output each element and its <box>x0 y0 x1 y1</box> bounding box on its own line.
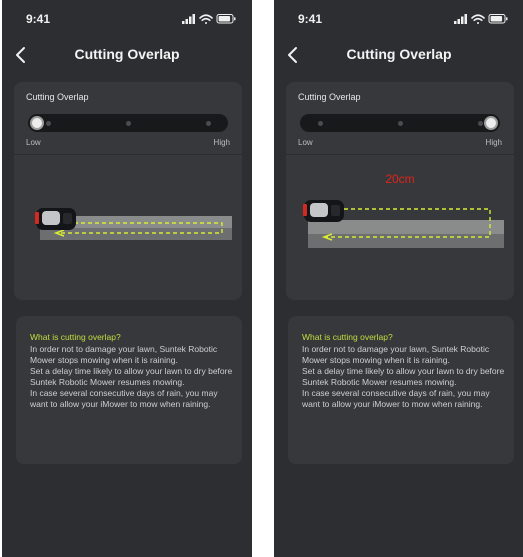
info-card: What is cutting overlap? In order not to… <box>16 316 242 464</box>
status-time: 9:41 <box>298 12 323 26</box>
slider-step-low <box>318 121 323 126</box>
phone-screen-high: 9:41 Cutting Overlap Cutting Overlap Low… <box>274 0 523 557</box>
battery-icon <box>488 14 508 24</box>
slider-step-high <box>478 121 483 126</box>
info-paragraph-delay: Set a delay time likely to allow your la… <box>302 365 505 387</box>
card-divider <box>286 154 514 155</box>
robot-mower-icon <box>303 200 344 222</box>
info-body: In order not to damage your lawn, Suntek… <box>302 344 508 409</box>
status-icons <box>182 14 236 24</box>
cutting-overlap-card: Cutting Overlap Low High <box>14 82 242 300</box>
cellular-signal-icon <box>454 14 467 24</box>
page-title: Cutting Overlap <box>74 46 180 62</box>
slider-thumb[interactable] <box>484 116 498 130</box>
overlap-distance-value: 20cm <box>385 172 415 186</box>
slider-high-label: High <box>485 138 502 147</box>
lawn-overlap-illustration <box>35 208 232 240</box>
slider-high-label: High <box>213 138 230 147</box>
slider-thumb[interactable] <box>30 116 44 130</box>
info-title: What is cutting overlap? <box>302 332 393 342</box>
slider-step-high <box>206 121 211 126</box>
status-icons <box>454 14 508 24</box>
nav-bar: Cutting Overlap <box>2 40 252 70</box>
nav-bar: Cutting Overlap <box>274 40 523 70</box>
cutting-overlap-label: Cutting Overlap <box>26 92 89 102</box>
info-paragraph-rain: In order not to damage your lawn, Suntek… <box>302 344 490 365</box>
slider-step-low <box>46 121 51 126</box>
slider-step-mid <box>126 121 131 126</box>
wifi-icon <box>199 14 213 24</box>
slider-low-label: Low <box>298 138 313 147</box>
slider-step-mid <box>398 121 403 126</box>
info-paragraph-delay: Set a delay time likely to allow your la… <box>30 365 233 387</box>
info-paragraph-rain: In order not to damage your lawn, Suntek… <box>30 344 218 365</box>
info-body: In order not to damage your lawn, Suntek… <box>30 344 236 409</box>
battery-icon <box>216 14 236 24</box>
info-title: What is cutting overlap? <box>30 332 121 342</box>
status-bar: 9:41 <box>2 0 252 40</box>
cutting-overlap-slider[interactable] <box>300 114 500 132</box>
status-time: 9:41 <box>26 12 51 26</box>
card-divider <box>14 154 242 155</box>
info-paragraph-consecutive-rain: In case several consecutive days of rain… <box>30 387 218 409</box>
cutting-overlap-slider[interactable] <box>28 114 228 132</box>
status-bar: 9:41 <box>274 0 523 40</box>
slider-low-label: Low <box>26 138 41 147</box>
cellular-signal-icon <box>182 14 195 24</box>
cutting-overlap-card: Cutting Overlap Low High 20cm <box>286 82 514 300</box>
phone-screen-low: 9:41 Cutting Overlap Cutting Overlap Low… <box>2 0 252 557</box>
lawn-strip-lower <box>308 234 504 248</box>
info-card: What is cutting overlap? In order not to… <box>288 316 514 464</box>
cutting-overlap-label: Cutting Overlap <box>298 92 361 102</box>
page-title: Cutting Overlap <box>346 46 452 62</box>
info-paragraph-consecutive-rain: In case several consecutive days of rain… <box>302 387 490 409</box>
robot-mower-icon <box>35 208 76 230</box>
lawn-overlap-illustration <box>303 200 504 248</box>
lawn-strip-upper <box>308 220 504 234</box>
wifi-icon <box>471 14 485 24</box>
